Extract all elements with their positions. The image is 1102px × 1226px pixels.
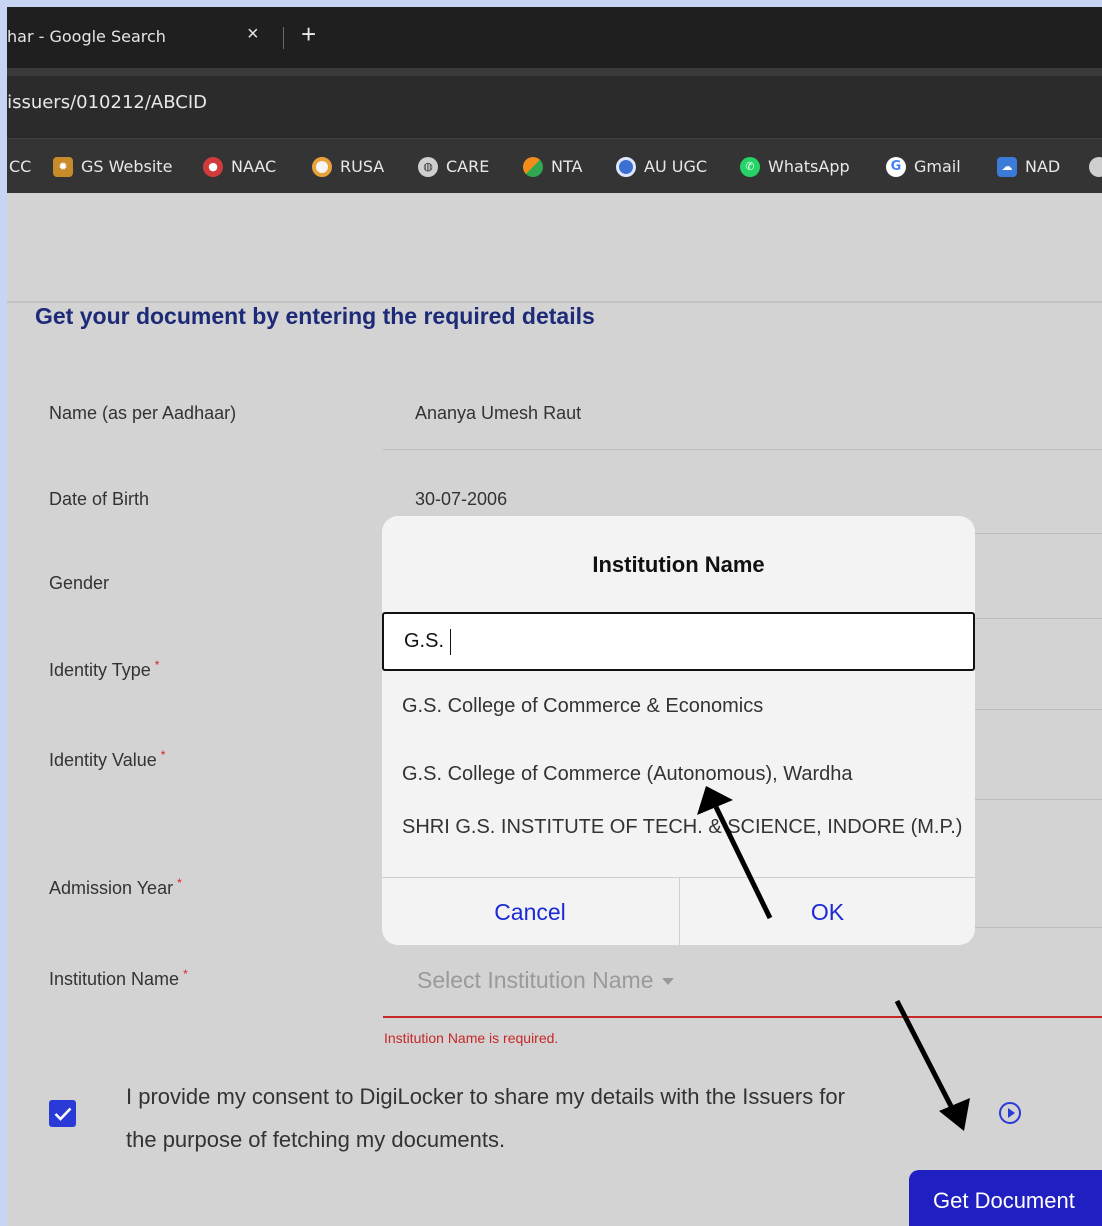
consent-checkbox[interactable] — [49, 1100, 76, 1127]
bookmark-label: NAAC — [231, 157, 277, 176]
nta-logo-icon — [523, 156, 543, 177]
bookmark-label: CC — [9, 157, 32, 176]
google-icon: G — [886, 156, 906, 177]
text-cursor — [450, 628, 452, 655]
consent-text: I provide my consent to DigiLocker to sh… — [126, 1084, 845, 1152]
bookmark-overflow[interactable] — [1089, 139, 1102, 194]
bookmark-au-ugc[interactable]: AU UGC — [616, 139, 707, 194]
globe-icon: ◍ — [418, 156, 438, 177]
name-field-underline — [383, 449, 1102, 450]
cancel-button[interactable]: Cancel — [382, 878, 678, 945]
ugc-logo-icon — [616, 156, 636, 177]
institution-picker-dialog: Institution Name G.S. G.S. College of Co… — [382, 516, 975, 945]
identity-value-label: Identity Value * — [49, 748, 166, 770]
dialog-footer: Cancel OK — [382, 877, 975, 945]
bookmark-label: GS Website — [81, 157, 173, 176]
bookmark-naac[interactable]: ● NAAC — [203, 139, 276, 194]
screenshot-frame: har - Google Search × + /issuers/010212/… — [7, 7, 1102, 1226]
bookmark-label: NTA — [551, 157, 583, 176]
identity-type-label: Identity Type * — [49, 658, 160, 680]
institution-error-message: Institution Name is required. — [384, 1030, 559, 1046]
form-heading: Get your document by entering the requir… — [35, 303, 595, 329]
bookmark-gmail[interactable]: G Gmail — [886, 139, 961, 194]
institution-search-input[interactable]: G.S. — [382, 612, 975, 671]
institution-option[interactable]: G.S. College of Commerce (Autonomous), W… — [382, 758, 975, 790]
institution-select[interactable]: Select Institution Name — [417, 967, 674, 994]
required-asterisk: * — [177, 876, 182, 890]
bookmark-nad[interactable]: ☁ NAD — [997, 139, 1060, 194]
naac-logo-icon: ● — [203, 156, 223, 177]
browser-tab[interactable]: har - Google Search × — [7, 7, 277, 68]
bookmark-label: WhatsApp — [768, 157, 850, 176]
url-text[interactable]: /issuers/010212/ABCID — [7, 92, 207, 113]
institution-option[interactable]: SHRI G.S. INSTITUTE OF TECH. & SCIENCE, … — [382, 811, 975, 843]
browser-tab-bar: har - Google Search × + — [7, 7, 1102, 68]
nad-logo-icon: ☁ — [997, 156, 1017, 177]
required-asterisk: * — [154, 658, 160, 672]
toolbar-strip — [7, 68, 1102, 76]
new-tab-icon[interactable]: + — [301, 21, 316, 47]
whatsapp-icon: ✆ — [740, 156, 760, 177]
bookmark-nta[interactable]: NTA — [523, 139, 582, 194]
bookmark-label: NAD — [1025, 157, 1061, 176]
institution-label: Institution Name * — [49, 967, 188, 989]
bookmarks-bar: CC ✹ GS Website ● NAAC RUSA ◍ CARE NTA A… — [7, 138, 1102, 193]
tab-title: har - Google Search — [7, 27, 166, 46]
checkmark-icon — [54, 1107, 71, 1121]
bookmark-gs-website[interactable]: ✹ GS Website — [53, 139, 172, 194]
tab-divider — [283, 27, 284, 49]
required-asterisk: * — [183, 967, 188, 981]
get-document-button[interactable]: Get Document — [909, 1170, 1102, 1226]
bookmark-label: CARE — [446, 157, 490, 176]
play-circle-icon[interactable] — [999, 1102, 1021, 1124]
caret-down-icon — [661, 978, 674, 986]
name-label: Name (as per Aadhaar) — [49, 403, 237, 423]
tab-close-icon[interactable]: × — [247, 23, 259, 46]
rusa-logo-icon — [312, 156, 332, 177]
globe-icon — [1089, 156, 1102, 177]
ok-button[interactable]: OK — [679, 878, 975, 945]
bookmark-whatsapp[interactable]: ✆ WhatsApp — [740, 139, 850, 194]
bookmark-label: Gmail — [914, 157, 961, 176]
bookmark-label: AU UGC — [644, 157, 708, 176]
name-value: Ananya Umesh Raut — [415, 403, 582, 423]
required-asterisk: * — [160, 748, 166, 762]
institution-option[interactable]: G.S. College of Commerce & Economics — [382, 690, 975, 722]
gender-label: Gender — [49, 573, 110, 593]
dob-value: 30-07-2006 — [415, 489, 508, 509]
institution-error-underline — [383, 1016, 1102, 1018]
dialog-title: Institution Name — [592, 552, 765, 577]
gear-logo-icon: ✹ — [53, 156, 73, 177]
admission-year-label: Admission Year * — [49, 876, 182, 898]
bookmark-rusa[interactable]: RUSA — [312, 139, 384, 194]
dob-label: Date of Birth — [49, 489, 150, 509]
bookmark-care[interactable]: ◍ CARE — [418, 139, 489, 194]
bookmark-cc[interactable]: CC — [9, 139, 31, 194]
bookmark-label: RUSA — [340, 157, 385, 176]
